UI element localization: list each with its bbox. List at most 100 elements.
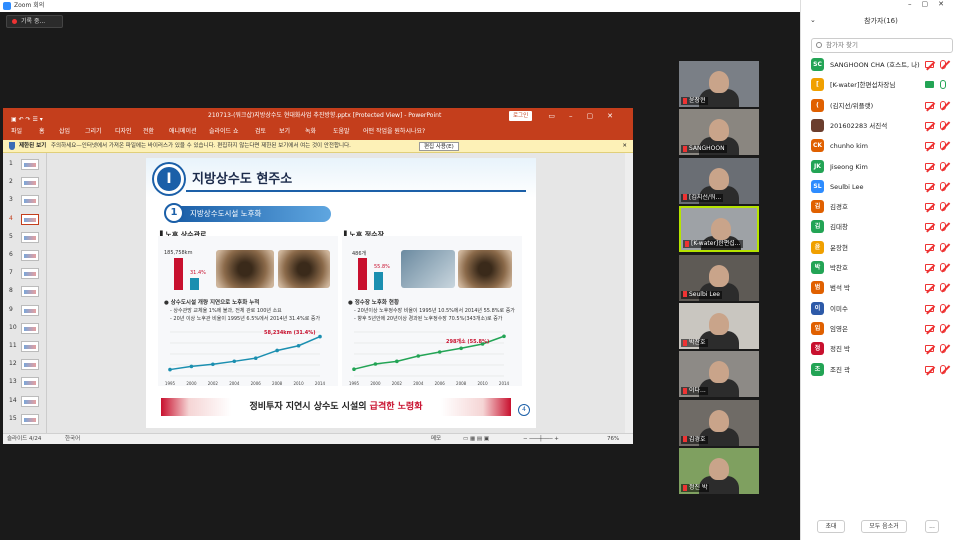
slide-scrollbar[interactable] — [625, 153, 633, 433]
notes-button[interactable]: 메모 — [431, 434, 441, 444]
data-point — [416, 354, 421, 358]
login-button[interactable]: 로그인 — [509, 111, 533, 121]
enable-editing-button[interactable]: 편집 사용(E) — [419, 142, 459, 151]
thumbnail-image — [21, 213, 39, 225]
left-old-bar — [190, 278, 199, 290]
avatar: 김 — [811, 220, 824, 234]
participant-face — [709, 264, 729, 287]
participant-row[interactable]: JK Jiseong Kim — [811, 158, 956, 176]
left-total-bar — [174, 258, 183, 290]
slide-thumbnail[interactable]: 8 — [7, 284, 45, 299]
ribbon-tab[interactable]: 삽입 — [59, 125, 70, 139]
slide-thumbnail[interactable]: 6 — [7, 248, 45, 263]
video-tile[interactable]: 윤장현 — [679, 61, 759, 107]
slide-thumbnail[interactable]: 9 — [7, 303, 45, 318]
ribbon-tab[interactable]: 그리기 — [85, 125, 102, 139]
thumbnail-number: 6 — [9, 251, 13, 258]
slide-thumbnail[interactable]: 7 — [7, 266, 45, 281]
panel-window-controls[interactable]: –▢✕ — [908, 0, 954, 8]
participant-row[interactable]: CK chunho kim — [811, 137, 956, 155]
close-icon[interactable]: ✕ — [622, 140, 627, 153]
ribbon-tab[interactable]: 파일 — [11, 125, 22, 139]
window-controls[interactable]: ▭–▢✕ — [548, 108, 627, 124]
participant-row[interactable]: [[K-water]한편섭차장님 — [811, 76, 956, 94]
participant-row[interactable]: 윤 윤장현 — [811, 239, 956, 257]
ribbon-tab[interactable]: 녹화 — [305, 125, 316, 139]
ribbon-tab[interactable]: 검토 — [255, 125, 266, 139]
recording-indicator[interactable]: 기록 중... — [6, 15, 63, 28]
participant-search-input[interactable]: 참가자 찾기 — [811, 38, 953, 53]
participant-row[interactable]: 조 조진 곽 — [811, 361, 956, 379]
thumbnail-number: 1 — [9, 160, 13, 167]
video-tile[interactable]: 이다... — [679, 351, 759, 398]
video-tile[interactable]: [K-water]한편섭... — [679, 206, 759, 253]
mic-muted-icon — [683, 145, 687, 152]
view-buttons[interactable]: ▭ ▦ ▤ ▣ — [463, 434, 489, 444]
zoom-percent[interactable]: 76% — [607, 434, 619, 444]
ribbon-tab[interactable]: 전환 — [143, 125, 154, 139]
mic-muted-icon — [940, 141, 946, 151]
participant-row[interactable]: 박 박찬호 — [811, 259, 956, 277]
shared-powerpoint-window: ▣ ↶ ↷ ☰ ▾ 210713-(워크샵)지방상수도 현대화사업 추진방향.p… — [3, 108, 633, 444]
video-tile[interactable]: 박찬호 — [679, 303, 759, 349]
participant-row[interactable]: 범 범석 박 — [811, 279, 956, 297]
slide-thumbnail[interactable]: 15 — [7, 412, 45, 427]
slide-thumbnail[interactable]: 14 — [7, 394, 45, 409]
tell-me-search[interactable]: 어떤 작업을 원하시나요? — [363, 125, 425, 139]
video-off-icon — [925, 223, 934, 231]
participant-row[interactable]: 임 임영은 — [811, 320, 956, 338]
slide-thumbnail[interactable]: 1 — [7, 157, 45, 172]
video-name: 이다... — [689, 387, 706, 395]
section-number: I — [154, 164, 184, 194]
zoom-title-bar: Zoom 회의 — [0, 0, 800, 12]
mute-all-button[interactable]: 모두 음소거 — [861, 520, 907, 533]
participant-row[interactable]: SL Seulbi Lee — [811, 178, 956, 196]
ribbon-tab[interactable]: 애니메이션 — [169, 125, 197, 139]
participant-row[interactable]: 이 이미수 — [811, 300, 956, 318]
x-tick-label: 2006 — [435, 381, 446, 386]
x-tick-label: 2014 — [499, 381, 510, 386]
video-tile[interactable]: 정진 박 — [679, 448, 759, 495]
slide-thumbnail[interactable]: 12 — [7, 357, 45, 372]
video-tile[interactable]: Seulbi Lee — [679, 254, 759, 301]
ribbon-tab[interactable]: 디자인 — [115, 125, 132, 139]
participant-row[interactable]: 201602283 서진석 — [811, 117, 956, 135]
participant-row[interactable]: 정 정진 박 — [811, 340, 956, 358]
participant-row[interactable]: ((김지선/위플랫) — [811, 97, 956, 115]
ribbon-tab[interactable]: 슬라이드 쇼 — [209, 125, 239, 139]
ribbon-tab[interactable]: 홈 — [39, 125, 45, 139]
data-point — [296, 343, 301, 348]
x-tick-label: 2006 — [251, 381, 262, 386]
zoom-slider[interactable]: − ───┼─── + — [523, 434, 559, 444]
slide-thumbnail[interactable]: 10 — [7, 321, 45, 336]
video-tile[interactable]: [김지선/워... — [679, 157, 759, 204]
video-tile[interactable]: 김경호 — [679, 399, 759, 446]
thumbnail-image — [21, 395, 39, 407]
ribbon-tab[interactable]: 보기 — [279, 125, 290, 139]
x-tick-label: 2002 — [208, 381, 219, 386]
mic-muted-icon — [683, 339, 687, 346]
avatar: 이 — [811, 301, 824, 315]
more-button[interactable]: ... — [925, 520, 939, 533]
thumbnail-image — [21, 159, 39, 170]
participant-name: (김지선/위플랫) — [830, 101, 874, 110]
participant-row[interactable]: 김 김대창 — [811, 218, 956, 236]
x-tick-label: 2000 — [186, 381, 197, 386]
participant-row[interactable]: 김 김경호 — [811, 198, 956, 216]
slide-thumbnail[interactable]: 5 — [7, 230, 45, 245]
status-language[interactable]: 한국어 — [65, 434, 80, 444]
ribbon-tab[interactable]: 도움말 — [333, 125, 350, 139]
data-point — [189, 364, 194, 369]
right-old-bar — [374, 272, 383, 290]
shield-icon — [9, 142, 15, 150]
search-placeholder: 참가자 찾기 — [826, 41, 858, 49]
participant-row[interactable]: SC SANGHOON CHA (호스트, 나) — [811, 56, 956, 74]
slide-thumbnail[interactable]: 11 — [7, 339, 45, 354]
slide-thumbnail[interactable]: 4 — [7, 212, 45, 227]
video-tile[interactable]: SANGHOON — [679, 109, 759, 156]
slide-thumbnail[interactable]: 13 — [7, 375, 45, 390]
invite-button[interactable]: 초대 — [817, 520, 845, 533]
avatar: 범 — [811, 281, 824, 295]
slide-thumbnail[interactable]: 2 — [7, 175, 45, 190]
slide-thumbnail[interactable]: 3 — [7, 193, 45, 208]
